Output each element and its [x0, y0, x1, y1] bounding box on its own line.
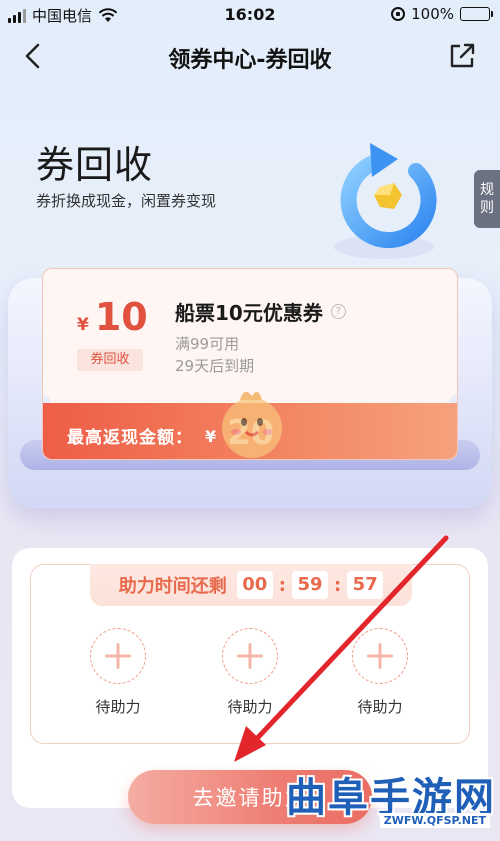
- helper-slot[interactable]: 待助力: [220, 628, 280, 717]
- coupon-name-text: 船票10元优惠券: [175, 301, 323, 325]
- timer-seconds: 57: [347, 571, 384, 599]
- rules-tab[interactable]: 规 则: [474, 170, 500, 228]
- add-helper-icon[interactable]: [90, 628, 146, 684]
- battery-percent: 100%: [411, 5, 454, 23]
- wifi-icon: [98, 8, 118, 22]
- helper-label: 待助力: [95, 698, 141, 716]
- status-left: 中国电信: [8, 5, 118, 26]
- timer-colon: :: [334, 574, 342, 596]
- status-bar: 中国电信 16:02 100%: [0, 0, 500, 30]
- signal-icon: [8, 8, 26, 23]
- share-button[interactable]: [446, 40, 478, 72]
- coupon-amount: ¥ 10: [77, 295, 148, 339]
- recycle-refresh-icon: [334, 143, 437, 259]
- timer-minutes: 59: [292, 571, 328, 599]
- helper-label: 待助力: [227, 698, 273, 716]
- status-right: 100%: [391, 5, 493, 23]
- rules-tab-char: 则: [480, 200, 494, 216]
- add-helper-icon[interactable]: [352, 628, 408, 684]
- watermark: 曲阜手游网 ZWFW.QFSP.NET: [286, 765, 496, 837]
- orientation-lock-icon: [391, 7, 406, 21]
- coupon-currency: ¥: [77, 315, 89, 335]
- countdown-timer: 助力时间还剩 00 : 59 : 57: [90, 564, 412, 606]
- helper-label: 待助力: [357, 698, 403, 716]
- mascot-chick-icon: [222, 391, 282, 458]
- max-cashback-label: 最高返现金额：: [67, 428, 193, 448]
- battery-icon: [460, 7, 493, 21]
- help-icon[interactable]: ?: [330, 304, 346, 319]
- rules-tab-char: 规: [480, 182, 494, 198]
- watermark-url: ZWFW.QFSP.NET: [379, 813, 490, 828]
- coupon-name: 船票10元优惠券 ?: [175, 297, 346, 326]
- chevron-left-icon: [25, 43, 40, 69]
- coupon-condition: 满99可用: [175, 335, 240, 353]
- carrier-label: 中国电信: [32, 7, 93, 25]
- timer-label: 助力时间还剩: [118, 576, 227, 597]
- timer-hours: 00: [236, 571, 273, 599]
- add-helper-icon[interactable]: [222, 628, 278, 684]
- coupon-expiry: 29天后到期: [175, 357, 255, 375]
- hero-title: 券回收: [36, 143, 154, 187]
- nav-bar: 领券中心-券回收: [0, 34, 500, 78]
- coupon-value: 10: [94, 295, 148, 339]
- helper-slot[interactable]: 待助力: [88, 628, 148, 717]
- helper-slot[interactable]: 待助力: [350, 628, 410, 717]
- timer-colon: :: [278, 574, 286, 596]
- page-title: 领券中心-券回收: [168, 48, 332, 73]
- coupon-type-badge: 券回收: [77, 349, 143, 371]
- share-external-icon: [450, 43, 475, 68]
- hero-subtitle: 券折换成现金，闲置券变现: [36, 192, 217, 210]
- back-button[interactable]: [18, 40, 50, 72]
